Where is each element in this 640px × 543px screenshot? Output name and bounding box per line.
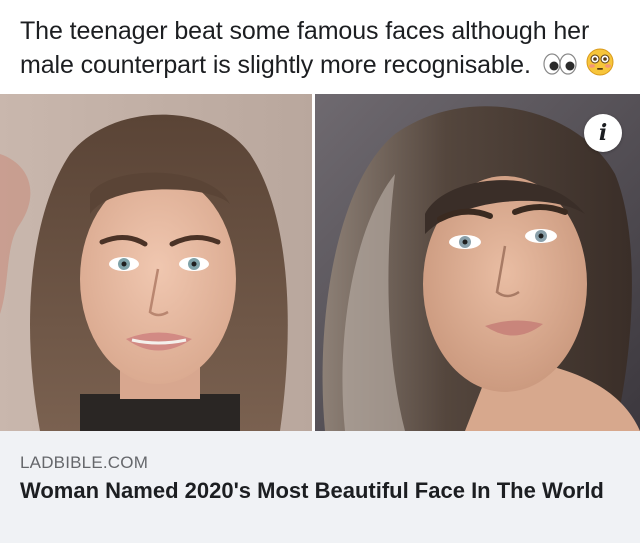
post-caption-text: The teenager beat some famous faces alth… [20, 17, 590, 79]
article-image[interactable]: i [0, 94, 640, 431]
link-preview-card[interactable]: LADBIBLE.COM Woman Named 2020's Most Bea… [0, 431, 640, 543]
info-icon[interactable]: i [584, 114, 622, 152]
link-domain: LADBIBLE.COM [20, 453, 149, 472]
post-caption: The teenager beat some famous faces alth… [20, 14, 620, 85]
link-title[interactable]: Woman Named 2020's Most Beautiful Face I… [20, 476, 610, 505]
flushed-face-icon [586, 48, 614, 85]
eyes-emoji-icon [542, 51, 582, 85]
left-portrait-photo [0, 94, 312, 431]
